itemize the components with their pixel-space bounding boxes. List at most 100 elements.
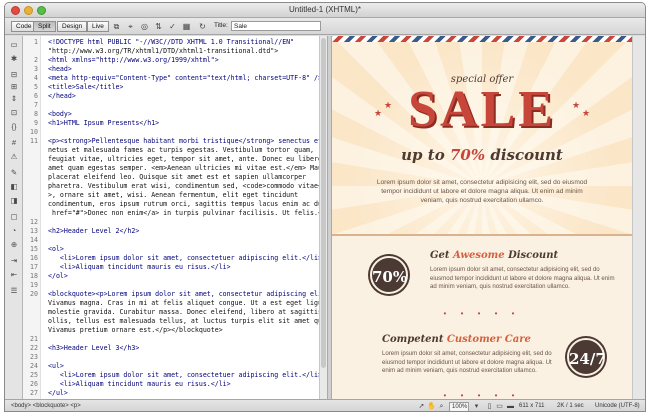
code-line[interactable]: netus et malesuada fames ac turpis egest… [23,146,319,155]
code-line[interactable]: feugiat vitae, ultricies eget, tempor si… [23,155,319,164]
open-documents-icon[interactable]: ▭ [9,40,19,50]
code-line[interactable]: 8 <body> [23,110,319,119]
code-text: <p><strong>Pellentesque habitant morbi t… [48,137,319,145]
collapse-selection-icon[interactable]: ⊞ [9,82,19,92]
preview-scrollbar[interactable] [632,36,645,399]
balance-braces-icon[interactable]: {} [9,122,19,132]
live-view-button[interactable]: Live [87,21,109,32]
code-line[interactable]: molestie gravida. Curabitur massa. Donec… [23,308,319,317]
code-line[interactable]: 17 <li>Aliquam tincidunt mauris eu risus… [23,263,319,272]
highlight-invalid-icon[interactable]: ⚠ [9,152,19,162]
code-line[interactable]: 10 [23,128,319,137]
hand-tool-icon[interactable]: ✋ [427,402,436,411]
syntax-error-icon[interactable]: ✎ [9,168,19,178]
line-number: 22 [30,344,38,352]
code-line[interactable]: 6 </head> [23,92,319,101]
code-line[interactable]: Vivamus pretium ornare est.</p></blockqu… [23,326,319,335]
code-line[interactable]: 5 <title>Sale</title> [23,83,319,92]
document-title-input[interactable] [231,21,321,31]
dropdown-arrow-icon[interactable]: ▾ [472,402,481,411]
code-line[interactable]: >, ornare sit amet, wisi. Aenean ferment… [23,191,319,200]
remove-comment-icon[interactable]: ◨ [9,196,19,206]
code-line[interactable]: "http://www.w3.org/TR/xhtml1/DTD/xhtml1-… [23,47,319,56]
tablet-size-icon[interactable]: ▭ [495,402,504,411]
code-line[interactable]: 4 <meta http-equiv="Content-Type" content… [23,74,319,83]
code-text: </ul> [48,389,68,397]
indent-code-icon[interactable]: ⇥ [9,256,19,266]
hero-banner: special offer ★ ★ SALE ★ ★ up to 70% dis… [332,36,632,236]
browser-preview-icon[interactable]: ◎ [139,21,150,32]
inspect-icon[interactable]: ⌖ [125,21,136,32]
recent-snippets-icon[interactable]: ◔ [9,226,19,236]
select-parent-tag-icon[interactable]: ⊡ [9,108,19,118]
window-size-readout[interactable]: 611 x 711 [519,400,544,411]
code-line[interactable]: 14 [23,236,319,245]
zoom-tool-icon[interactable]: ⌕ [437,402,446,411]
refresh-icon[interactable]: ↻ [197,21,208,32]
select-tool-icon[interactable]: ➚ [417,402,426,411]
code-line[interactable]: 18 </ol> [23,272,319,281]
star-icon: ★ [572,100,581,110]
code-text: <ol> [48,245,64,253]
window-title: Untitled-1 (XHTML)* [288,5,361,14]
tag-selector[interactable]: <body> <blockquote> <p> [11,400,81,411]
zoom-level-select[interactable]: 100% [449,402,469,411]
code-line[interactable]: 24 <ul> [23,362,319,371]
show-code-navigator-icon[interactable]: ✱ [9,54,19,64]
line-number: 4 [34,74,38,82]
code-line[interactable]: 19 [23,281,319,290]
code-line[interactable]: placerat eleifend leo. Quisque sit amet … [23,173,319,182]
code-line[interactable]: 11 <p><strong>Pellentesque habitant morbi… [23,137,319,146]
code-text: <h2>Header Level 2</h2> [48,227,140,235]
code-line[interactable]: Vivamus magna. Cras in mi at felis aliqu… [23,299,319,308]
code-line[interactable]: 26 <li>Aliquam tincidunt mauris eu risus… [23,380,319,389]
format-source-icon[interactable]: ☰ [9,286,19,296]
collapse-tag-icon[interactable]: ⊟ [9,70,19,80]
code-line[interactable]: 3 <head> [23,65,319,74]
code-line[interactable]: 13 <h2>Header Level 2</h2> [23,227,319,236]
move-css-icon[interactable]: ⊕ [9,240,19,250]
code-line[interactable]: href="#">Donec non enim</a> in turpis pu… [23,209,319,218]
code-editor[interactable]: 1 <!DOCTYPE html PUBLIC "-//W3C//DTD XHTM… [23,36,319,399]
code-text: <blockquote><p>Lorem ipsum dolor sit ame… [48,290,319,298]
visual-aids-icon[interactable]: ▦ [181,21,192,32]
code-line[interactable]: 22 <h3>Header Level 3</h3> [23,344,319,353]
code-scrollbar-thumb[interactable] [321,38,326,368]
apply-comment-icon[interactable]: ◧ [9,182,19,192]
code-line[interactable]: amet quam egestas semper. <em>Aenean ult… [23,164,319,173]
code-line[interactable]: 1 <!DOCTYPE html PUBLIC "-//W3C//DTD XHTM… [23,38,319,47]
code-scrollbar[interactable] [319,36,327,399]
code-text: <head> [48,65,72,73]
file-management-icon[interactable]: ⇅ [153,21,164,32]
line-numbers-icon[interactable]: # [9,138,19,148]
code-text: netus et malesuada fames ac turpis egest… [48,146,314,154]
code-line[interactable]: 27 </ul> [23,389,319,398]
code-line[interactable]: condimentum, eros ipsum rutrum orci, sag… [23,200,319,209]
wrap-tag-icon[interactable]: ▢ [9,212,19,222]
code-line[interactable]: 16 <li>Lorem ipsum dolor sit amet, conse… [23,254,319,263]
code-line[interactable]: 12 [23,218,319,227]
code-line[interactable]: 2 <html xmlns="http://www.w3.org/1999/xht… [23,56,319,65]
code-line[interactable]: pharetra. Vestibulum erat wisi, condimen… [23,182,319,191]
validate-icon[interactable]: ✓ [167,21,178,32]
line-number: 18 [30,272,38,280]
code-text: <li>Aliquam tincidunt mauris eu risus.</… [48,263,231,271]
code-line[interactable]: 20 <blockquote><p>Lorem ipsum dolor sit a… [23,290,319,299]
code-line[interactable]: 25 <li>Lorem ipsum dolor sit amet, conse… [23,371,319,380]
code-line[interactable]: ollis, tellus est malesuada tellus, at l… [23,317,319,326]
outdent-code-icon[interactable]: ⇤ [9,270,19,280]
code-line[interactable]: 7 [23,101,319,110]
code-text: <meta http-equiv="Content-Type" content=… [48,74,319,82]
code-line[interactable]: 9 <h1>HTML Ipsum Presents</h1> [23,119,319,128]
line-number: 17 [30,263,38,271]
discount-percent: 70% [449,146,486,164]
expand-all-icon[interactable]: ⇕ [9,94,19,104]
mobile-size-icon[interactable]: ▯ [485,402,494,411]
code-line[interactable]: 23 [23,353,319,362]
desktop-size-icon[interactable]: ▬ [506,402,515,411]
code-line[interactable]: 15 <ol> [23,245,319,254]
code-line[interactable]: 21 [23,335,319,344]
split-view-button[interactable]: Split [33,21,56,32]
design-view-button[interactable]: Design [57,21,88,32]
multiscreen-icon[interactable]: ⧉ [111,21,122,32]
